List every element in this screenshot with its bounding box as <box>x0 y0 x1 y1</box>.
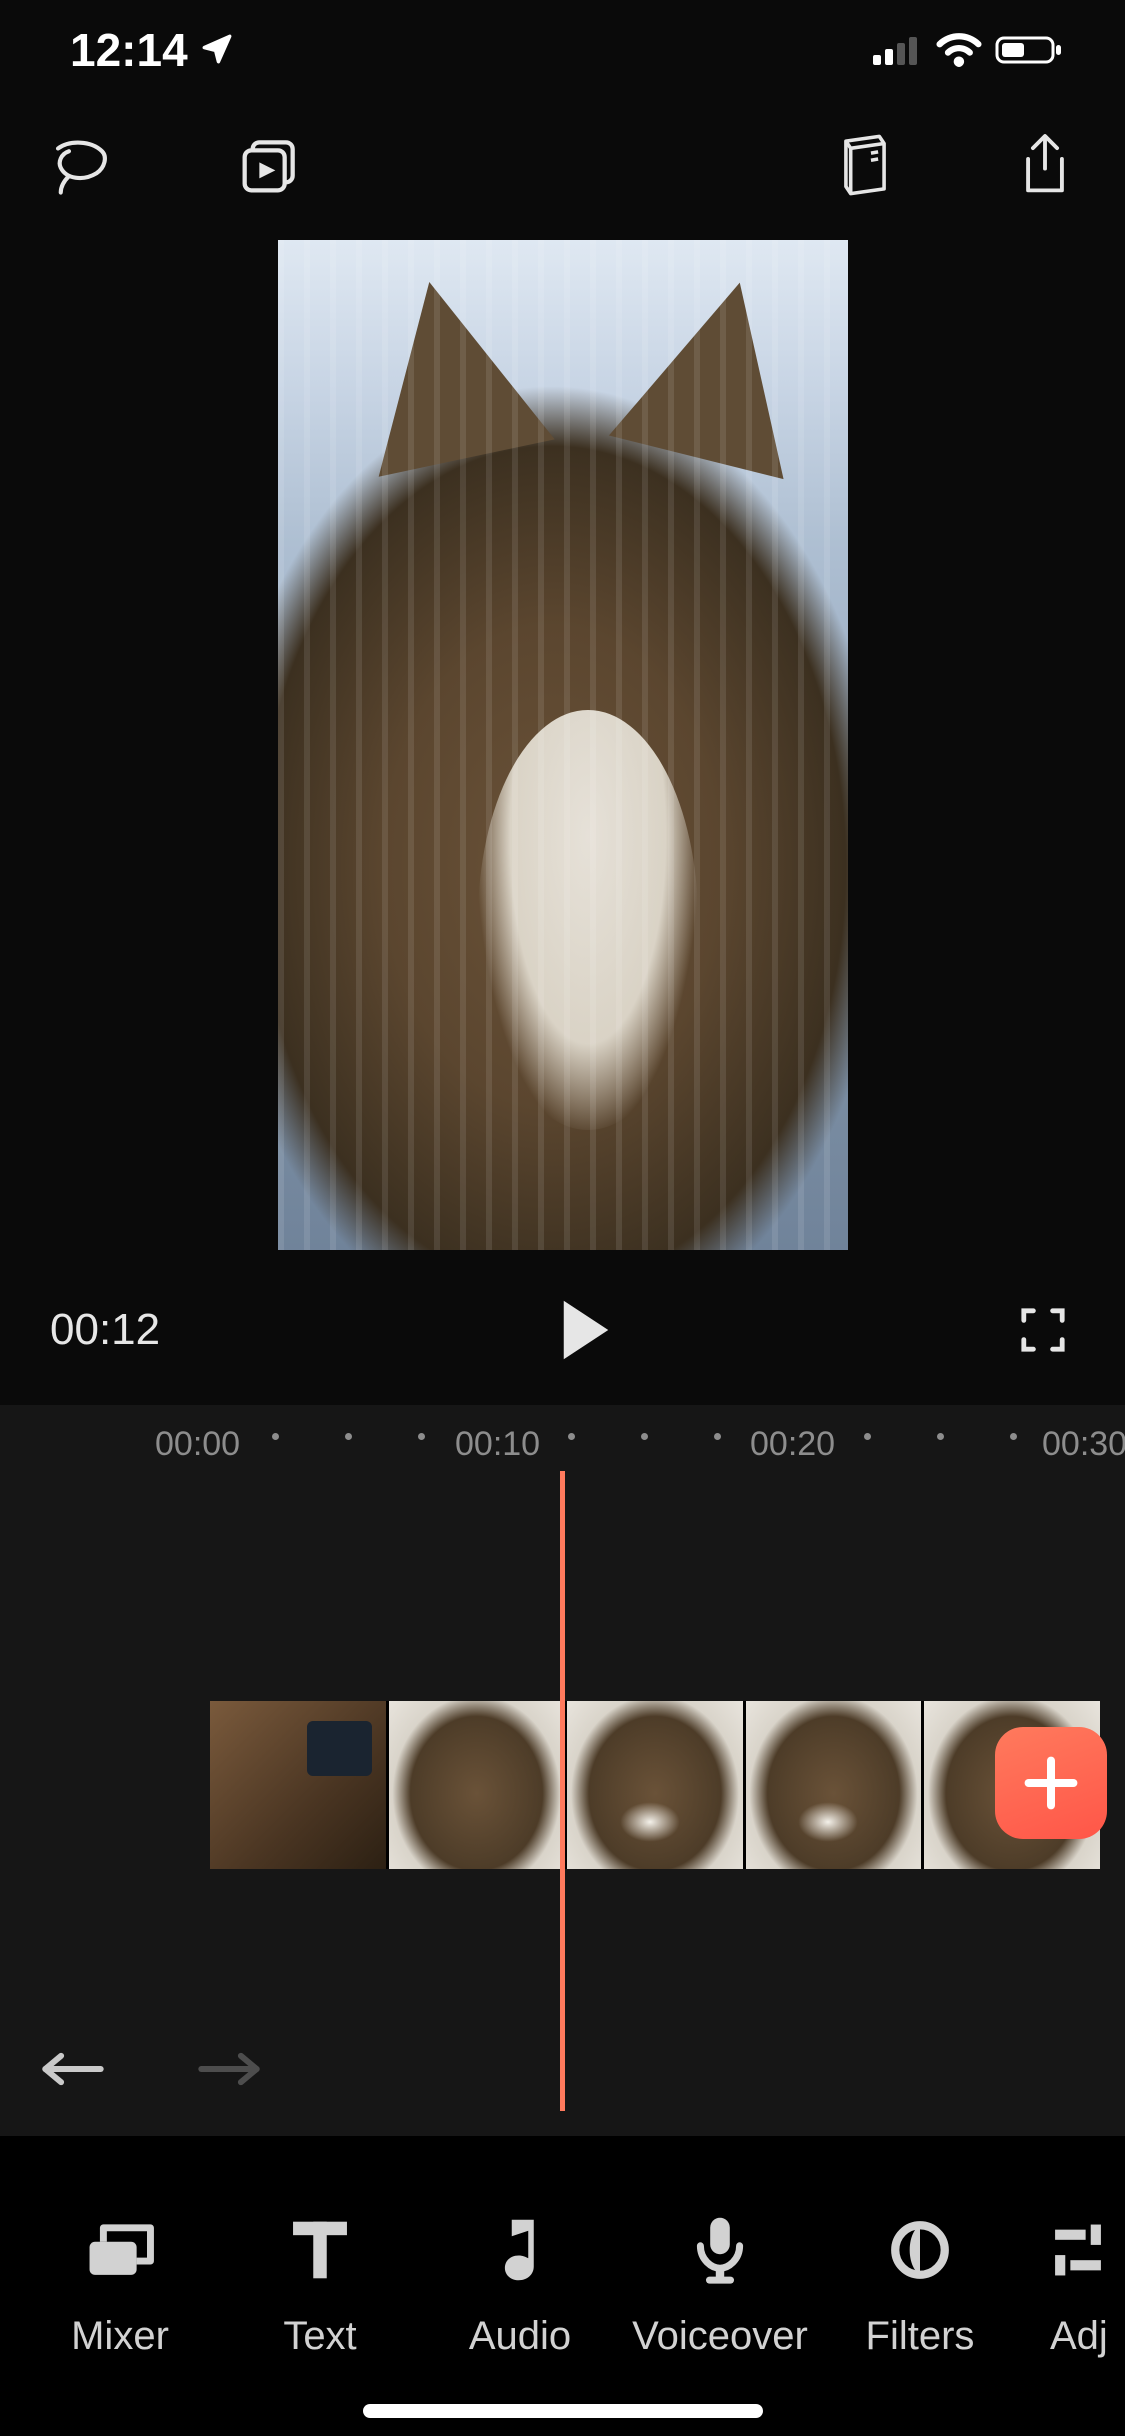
adjust-icon <box>1050 2214 1106 2286</box>
play-button[interactable] <box>546 1290 626 1370</box>
clip-thumb[interactable] <box>210 1701 386 1869</box>
playhead[interactable] <box>560 1471 565 2111</box>
share-icon[interactable] <box>1010 130 1080 200</box>
undo-button[interactable] <box>40 2047 106 2091</box>
ruler-dot <box>714 1433 721 1440</box>
ruler-label: 00:10 <box>455 1425 540 1464</box>
ruler-label: 00:30 <box>1042 1425 1125 1464</box>
clip-thumb[interactable] <box>389 1701 565 1869</box>
cellular-icon <box>873 33 923 67</box>
text-icon <box>290 2214 350 2286</box>
ruler-dot <box>345 1433 352 1440</box>
ruler-label: 00:00 <box>155 1425 240 1464</box>
voiceover-icon <box>692 2214 748 2286</box>
fullscreen-button[interactable] <box>1011 1298 1075 1362</box>
project-play-icon[interactable] <box>235 130 305 200</box>
tool-label: Voiceover <box>632 2314 808 2359</box>
tool-label: Audio <box>469 2314 571 2359</box>
tool-label: Adj <box>1050 2314 1108 2359</box>
status-time: 12:14 <box>70 23 188 77</box>
timeline-area[interactable]: 00:00 00:10 00:20 00:30 <box>0 1405 1125 2136</box>
status-left: 12:14 <box>70 23 234 77</box>
preview-area: 00:12 <box>0 230 1125 1405</box>
history-row <box>40 2047 262 2091</box>
bottom-toolbar: Mixer Text Audio <box>0 2136 1125 2436</box>
tool-adjust[interactable]: Adj <box>1020 2214 1125 2359</box>
tool-filters[interactable]: Filters <box>820 2214 1020 2359</box>
playback-controls: 00:12 <box>0 1250 1125 1405</box>
wifi-icon <box>935 33 983 67</box>
tool-label: Text <box>283 2314 356 2359</box>
ruler-dot <box>937 1433 944 1440</box>
location-icon <box>200 23 234 77</box>
status-bar: 12:14 <box>0 0 1125 100</box>
tool-label: Filters <box>866 2314 975 2359</box>
ruler-dot <box>272 1433 279 1440</box>
ruler-dot <box>1010 1433 1017 1440</box>
ruler-label: 00:20 <box>750 1425 835 1464</box>
ruler-dot <box>418 1433 425 1440</box>
status-right <box>873 33 1065 67</box>
top-toolbar <box>0 100 1125 230</box>
book-icon[interactable] <box>830 130 900 200</box>
tool-audio[interactable]: Audio <box>420 2214 620 2359</box>
redo-button[interactable] <box>196 2047 262 2091</box>
filters-icon <box>887 2214 953 2286</box>
clip-thumb[interactable] <box>567 1701 743 1869</box>
tool-text[interactable]: Text <box>220 2214 420 2359</box>
clip-strip[interactable] <box>210 1701 1100 1869</box>
audio-icon <box>492 2214 548 2286</box>
app-logo-icon[interactable] <box>45 130 115 200</box>
current-time: 00:12 <box>50 1305 160 1355</box>
tool-label: Mixer <box>71 2314 169 2359</box>
ruler-dot <box>641 1433 648 1440</box>
tool-voiceover[interactable]: Voiceover <box>620 2214 820 2359</box>
tool-mixer[interactable]: Mixer <box>20 2214 220 2359</box>
battery-icon <box>995 33 1065 67</box>
video-preview[interactable] <box>278 240 848 1250</box>
mixer-icon <box>84 2214 156 2286</box>
clip-thumb[interactable] <box>746 1701 922 1869</box>
ruler-dot <box>864 1433 871 1440</box>
home-indicator[interactable] <box>363 2404 763 2418</box>
add-clip-button[interactable] <box>995 1727 1107 1839</box>
tracks[interactable] <box>0 1471 1125 2111</box>
ruler-dot <box>568 1433 575 1440</box>
ruler[interactable]: 00:00 00:10 00:20 00:30 <box>0 1411 1125 1471</box>
